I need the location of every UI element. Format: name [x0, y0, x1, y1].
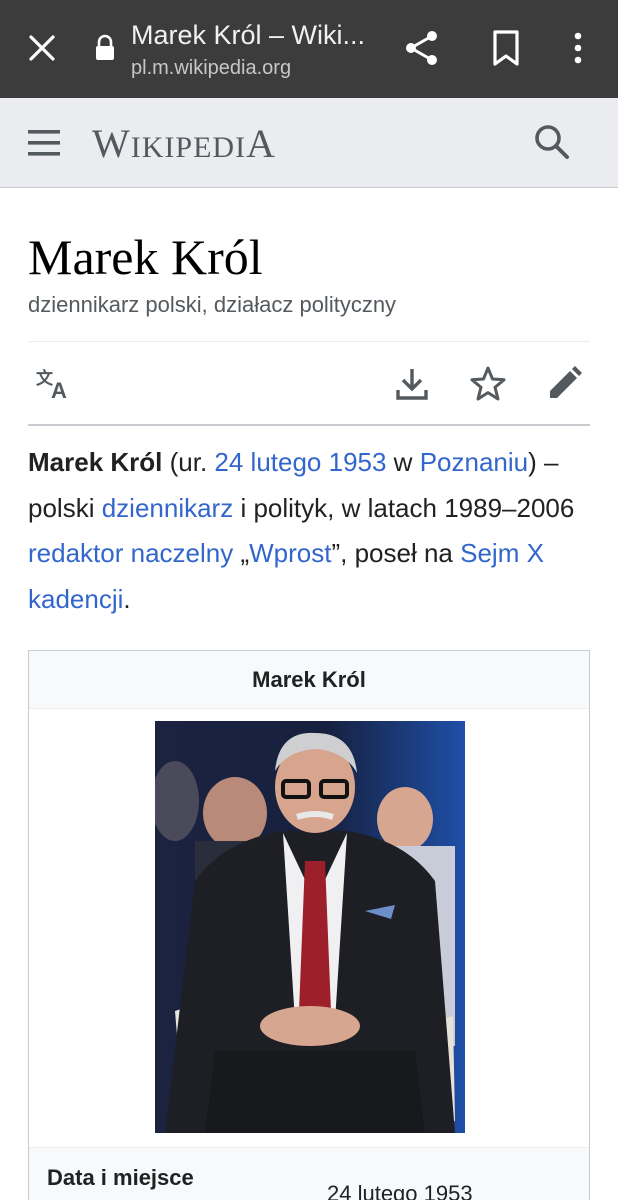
infobox: Marek Król Data i miejsce 24 lutego 1953	[28, 650, 590, 1200]
wikipedia-header: WIKIPEDIA	[0, 98, 618, 188]
article-text: (ur.	[162, 447, 215, 477]
svg-text:A: A	[51, 378, 67, 403]
article-lead: Marek Król (ur. 24 lutego 1953 w Poznani…	[28, 440, 593, 622]
download-icon[interactable]	[390, 362, 434, 406]
star-icon[interactable]	[466, 362, 510, 406]
wikipedia-wordmark[interactable]: WIKIPEDIA	[92, 120, 276, 167]
page-url[interactable]: pl.m.wikipedia.org	[131, 57, 291, 80]
edit-icon[interactable]	[542, 362, 586, 406]
close-icon[interactable]	[22, 28, 62, 68]
page-title: Marek Król	[28, 229, 263, 285]
divider	[28, 424, 590, 426]
share-icon[interactable]	[402, 28, 442, 68]
menu-icon[interactable]	[24, 122, 66, 164]
divider	[28, 341, 590, 342]
more-vert-icon[interactable]	[560, 28, 600, 68]
link-journalist[interactable]: dziennikarz	[102, 493, 234, 523]
tab-title: Marek Król – Wiki...	[131, 20, 366, 50]
article-text: w	[386, 447, 420, 477]
link-editor-in-chief[interactable]: redaktor naczelny	[28, 538, 233, 568]
article-subject: Marek Król	[28, 447, 163, 477]
wordmark-small-caps: IKIPEDI	[130, 131, 247, 164]
bookmark-icon[interactable]	[486, 28, 526, 68]
infobox-title: Marek Król	[29, 651, 589, 709]
language-icon[interactable]: 文 A	[32, 362, 76, 406]
browser-toolbar: Marek Król – Wiki... pl.m.wikipedia.org	[0, 0, 618, 98]
infobox-value: 24 lutego 1953	[327, 1181, 473, 1200]
infobox-label: Data i miejsce	[47, 1165, 194, 1190]
link-birth-date[interactable]: 24 lutego 1953	[214, 447, 386, 477]
article-text: „	[233, 538, 250, 568]
article-text: .	[123, 583, 131, 614]
link-poznan[interactable]: Poznaniu	[420, 447, 528, 477]
search-icon[interactable]	[530, 120, 574, 164]
lock-icon	[94, 34, 116, 62]
page-description: dziennikarz polski, działacz polityczny	[28, 292, 397, 317]
article-text: i polityk, w latach 1989–2006	[233, 492, 575, 523]
portrait-photo[interactable]	[155, 721, 465, 1133]
wordmark-initial: W	[92, 121, 131, 166]
article-text: ”, poseł na	[331, 538, 461, 568]
wordmark-final: A	[246, 121, 276, 166]
link-wprost[interactable]: Wprost	[249, 538, 331, 568]
